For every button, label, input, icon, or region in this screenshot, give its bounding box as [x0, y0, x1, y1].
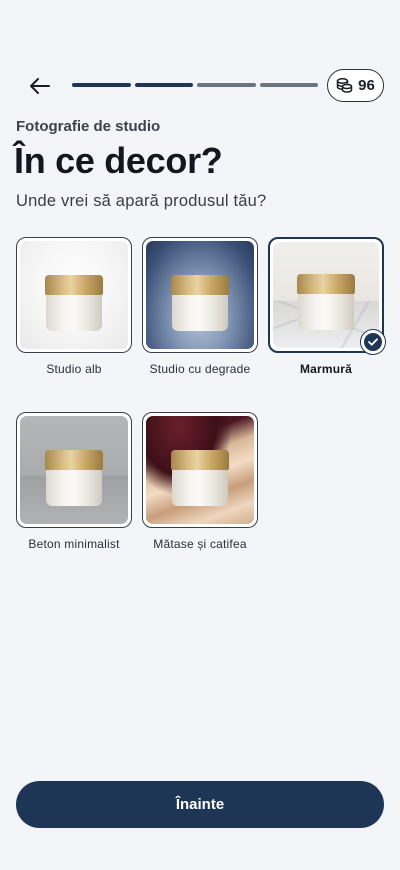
section-eyebrow: Fotografie de studio: [16, 118, 161, 135]
option-thumbnail: [268, 237, 386, 355]
option-thumbnail: [16, 237, 132, 353]
next-button[interactable]: Înainte: [16, 781, 384, 828]
backdrop-image: [20, 416, 128, 524]
coins-stack-icon: [336, 78, 353, 93]
option-thumbnail: [142, 412, 258, 528]
backdrop-image: [146, 416, 254, 524]
checkmark-icon: [368, 338, 378, 346]
selected-check-badge: [360, 329, 386, 355]
option-label: Mătase și catifea: [153, 537, 247, 551]
option-thumbnail: [142, 237, 258, 353]
progress-segment: [197, 83, 256, 87]
option-label: Studio cu degrade: [149, 362, 251, 376]
option-studio-alb[interactable]: Studio alb: [16, 237, 132, 376]
product-jar-image: [171, 275, 229, 331]
arrow-left-icon: [30, 78, 50, 94]
option-studio-cu-degrade[interactable]: Studio cu degrade: [142, 237, 258, 376]
option-label: Marmură: [299, 362, 353, 376]
product-jar-image: [171, 450, 229, 506]
page-title: În ce decor?: [14, 140, 223, 181]
option-label: Beton minimalist: [28, 537, 120, 551]
backdrop-image: [20, 241, 128, 349]
credits-count: 96: [358, 77, 375, 94]
option-matase-si-catifea[interactable]: Mătase și catifea: [142, 412, 258, 551]
option-thumbnail: [16, 412, 132, 528]
product-jar-image: [297, 274, 355, 330]
page-subtitle: Unde vrei să apară produsul tău?: [16, 192, 267, 210]
option-marmura[interactable]: Marmură: [268, 237, 386, 376]
step-progress-bar: [72, 83, 318, 87]
product-jar-image: [45, 450, 103, 506]
product-jar-image: [45, 275, 103, 331]
credits-badge[interactable]: 96: [327, 69, 384, 102]
progress-segment: [134, 83, 193, 87]
progress-segment: [72, 83, 131, 87]
backdrop-image: [146, 241, 254, 349]
option-label: Studio alb: [46, 362, 102, 376]
option-beton-minimalist[interactable]: Beton minimalist: [16, 412, 132, 551]
progress-segment: [259, 83, 318, 87]
back-button[interactable]: [26, 72, 54, 100]
